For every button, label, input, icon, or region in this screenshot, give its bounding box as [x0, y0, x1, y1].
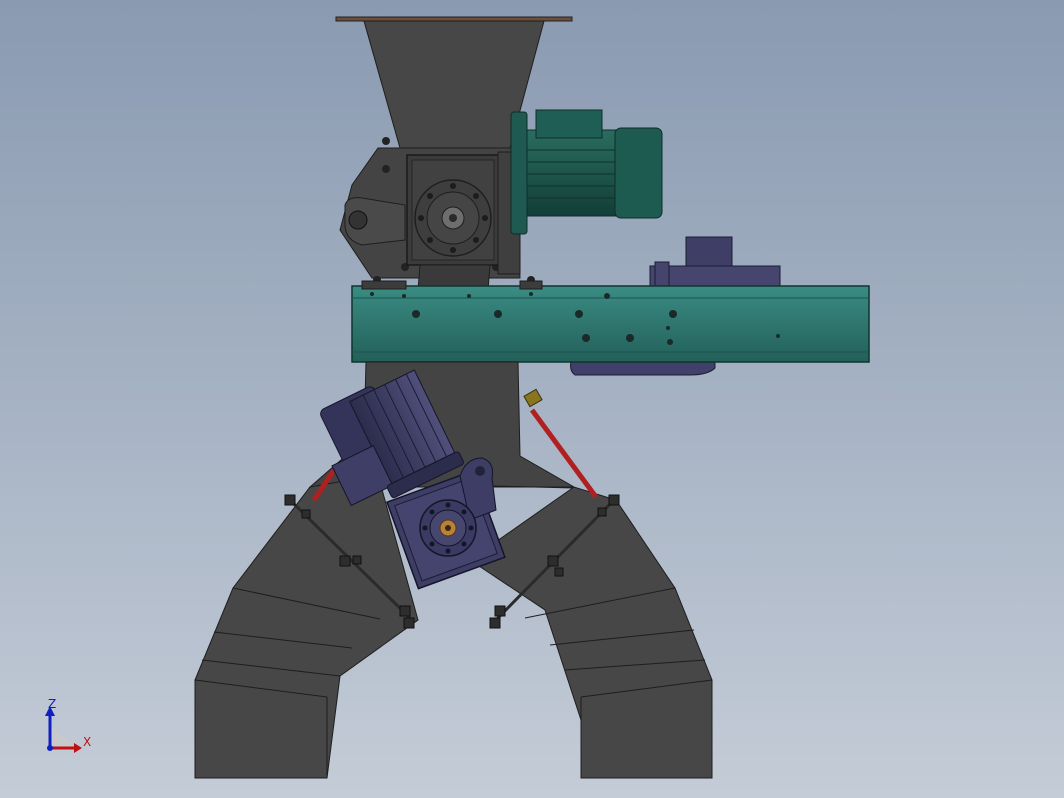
- lower-gearbox-arm-bolt: [475, 466, 485, 476]
- valve-bolt: [382, 165, 390, 173]
- triad-x-label: X: [83, 735, 91, 749]
- top-motor-terminal-box: [535, 109, 603, 139]
- triad-x-arrow: [74, 743, 82, 753]
- actuator-end-fitting: [523, 388, 543, 408]
- lug-bolt: [348, 210, 368, 230]
- right-chute: [469, 486, 713, 779]
- triad-origin: [47, 745, 53, 751]
- cad-viewport[interactable]: Z X: [0, 0, 1064, 798]
- lower-shaft-center: [445, 525, 451, 531]
- top-motor-flange: [510, 111, 528, 235]
- orientation-triad[interactable]: Z X: [38, 696, 98, 756]
- conveyor-beam: [351, 285, 870, 363]
- valve-bolt: [382, 137, 390, 145]
- drive-bracket: [654, 261, 670, 289]
- triad-z-label: Z: [48, 697, 56, 711]
- left-chute: [194, 474, 419, 779]
- conveyor-bracket: [361, 280, 407, 290]
- top-motor-fan-cover: [614, 127, 663, 219]
- triad-plane: [50, 726, 78, 748]
- assembly-model[interactable]: [0, 0, 1064, 798]
- top-shaft-center: [449, 214, 457, 222]
- conveyor-bracket: [519, 280, 543, 290]
- hopper-flange: [335, 16, 573, 22]
